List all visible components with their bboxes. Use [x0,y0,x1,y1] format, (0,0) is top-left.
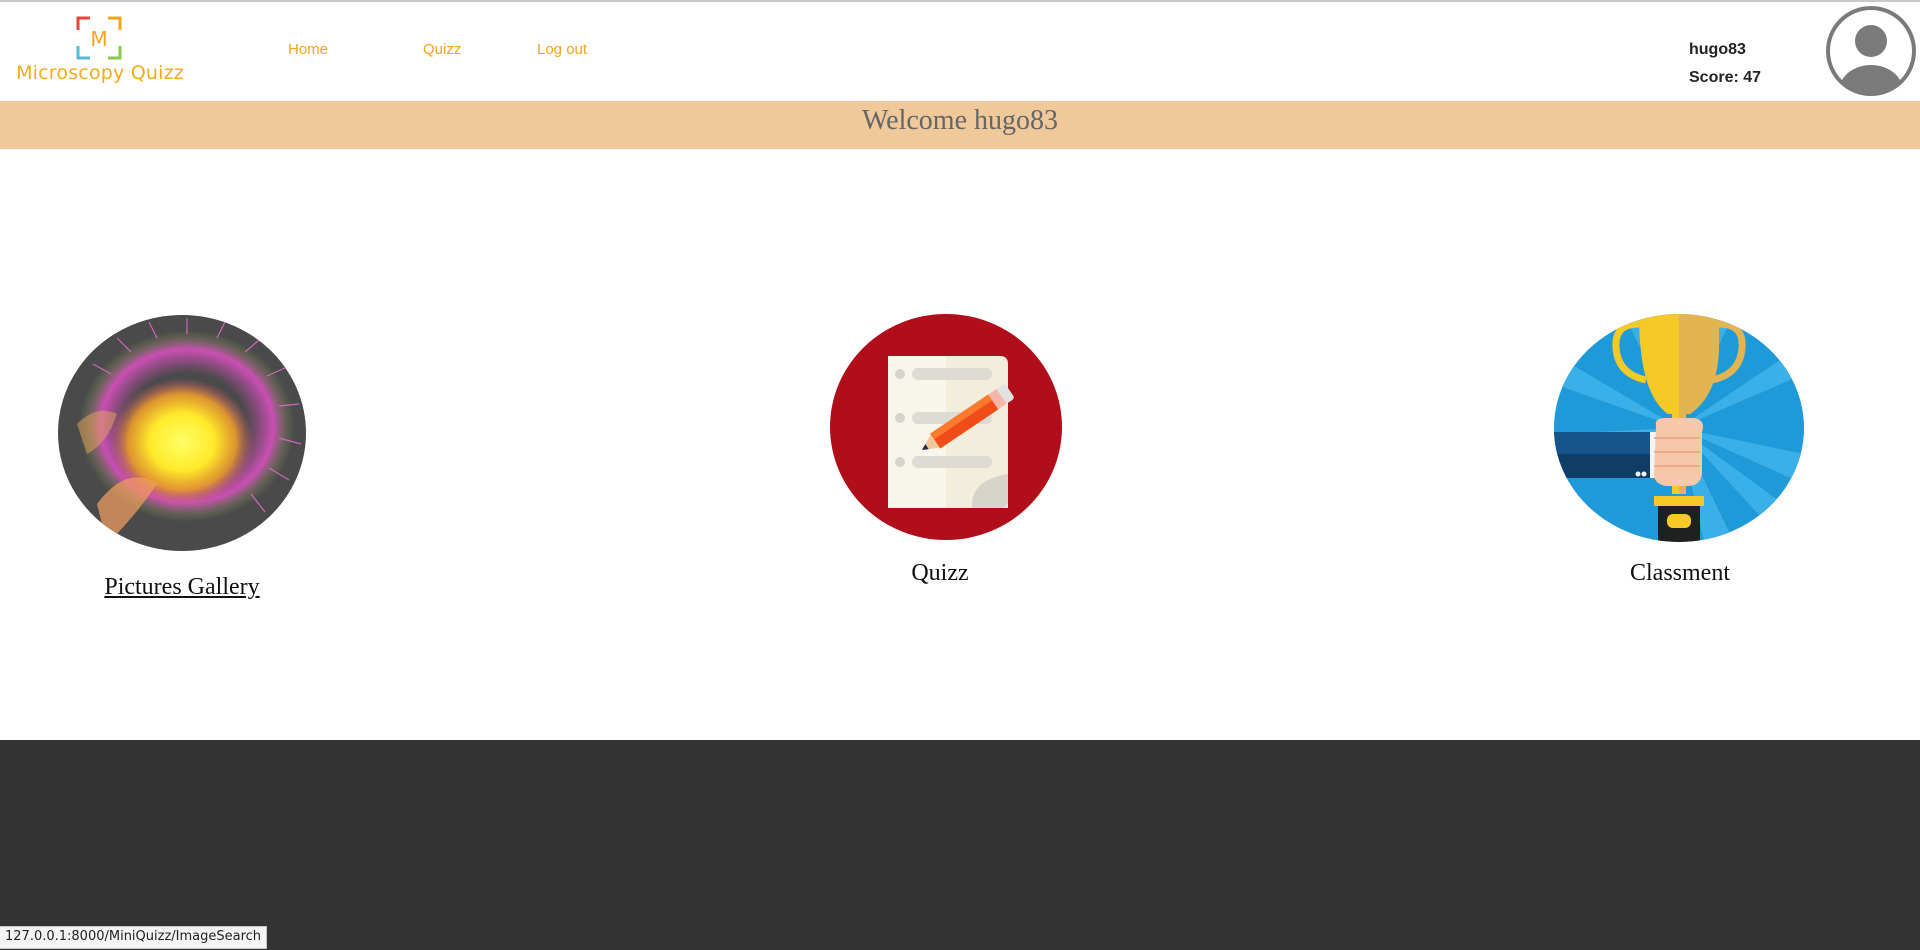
classment-tile-link[interactable]: Classment [1580,560,1780,587]
welcome-banner: Welcome hugo83 [0,101,1920,149]
status-bar-url: 127.0.0.1:8000/MiniQuizz/ImageSearch [0,926,268,949]
pictures-gallery-image[interactable] [57,314,307,552]
nav-quizz-link[interactable]: Quizz [423,41,461,58]
quiz-paper-pencil-icon[interactable] [830,314,1062,540]
logo-m-icon: M [76,16,122,60]
svg-text:M: M [90,27,107,51]
site-header: M Microscopy Quizz Home Quizz Log out hu… [0,2,1920,101]
site-logo[interactable]: M Microscopy Quizz [12,16,188,92]
quizz-tile-link[interactable]: Quizz [840,560,1040,587]
pictures-gallery-link[interactable]: Pictures Gallery [57,574,307,601]
nav-logout-link[interactable]: Log out [537,41,587,58]
site-footer [0,740,1920,950]
logo-text: Microscopy Quizz [16,62,184,84]
trophy-icon[interactable] [1554,314,1804,542]
welcome-text: Welcome hugo83 [861,105,1059,136]
user-score: Score: 47 [1689,69,1762,86]
nav-home-link[interactable]: Home [288,41,328,58]
user-avatar-icon[interactable] [1825,5,1917,97]
user-name: hugo83 [1689,41,1746,58]
